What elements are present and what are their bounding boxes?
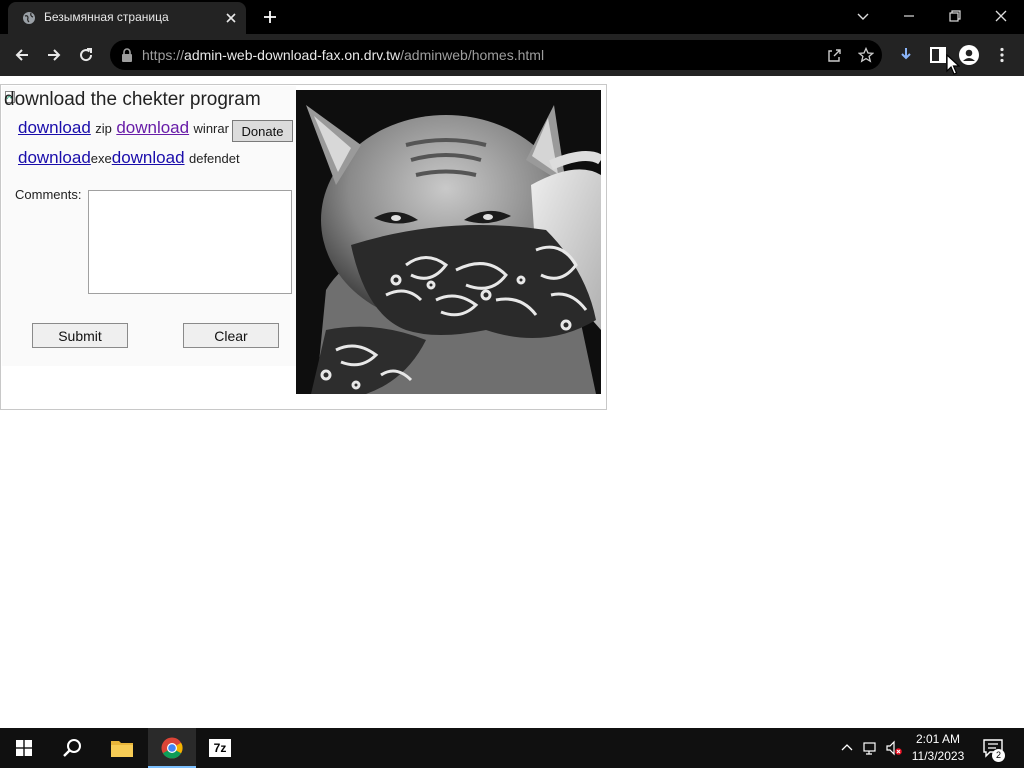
globe-icon: [23, 12, 35, 24]
url-text[interactable]: https://admin-web-download-fax.on.drv.tw…: [142, 47, 544, 63]
download-row-2: downloadexedownload defendet: [18, 148, 240, 168]
comments-label: Comments:: [15, 187, 82, 202]
star-icon[interactable]: [858, 47, 874, 63]
mouse-cursor-icon: [946, 54, 960, 75]
comments-textarea[interactable]: [88, 190, 292, 294]
cat-bandana-image: [296, 90, 601, 394]
minimize-icon[interactable]: [901, 8, 917, 24]
browser-titlebar: Безымянная страница: [0, 0, 1024, 34]
program-image-alt[interactable]: download the chekter program: [4, 89, 261, 111]
browser-toolbar: https://admin-web-download-fax.on.drv.tw…: [0, 34, 1024, 76]
forward-icon[interactable]: [45, 46, 63, 64]
winrar-label: winrar: [193, 121, 229, 136]
chevron-up-icon[interactable]: [839, 740, 855, 756]
sidebar-icon[interactable]: [929, 46, 947, 64]
network-icon[interactable]: [863, 740, 879, 756]
download-winrar-link[interactable]: download: [116, 118, 189, 137]
search-icon: [63, 739, 81, 757]
sevenzip-icon: 7z: [209, 739, 231, 757]
tab-title: Безымянная страница: [44, 10, 169, 24]
volume-muted-icon[interactable]: [886, 740, 902, 756]
share-icon[interactable]: [826, 47, 842, 63]
taskbar-chrome[interactable]: [148, 728, 196, 768]
browser-tab[interactable]: Безымянная страница: [8, 2, 246, 34]
profile-icon[interactable]: [959, 45, 979, 65]
restore-icon[interactable]: [947, 8, 963, 24]
exe-label: exe: [90, 151, 112, 166]
web-page: download the chekter program download zi…: [0, 76, 1024, 728]
start-button[interactable]: [0, 728, 48, 768]
menu-icon[interactable]: [993, 46, 1011, 64]
chrome-icon: [161, 737, 183, 759]
clock-date: 11/3/2023: [911, 749, 965, 763]
taskbar-7zip[interactable]: 7z: [198, 728, 246, 768]
download-panel: download the chekter program download zi…: [2, 86, 296, 366]
close-icon[interactable]: [224, 11, 238, 25]
address-bar[interactable]: https://admin-web-download-fax.on.drv.tw…: [110, 40, 882, 70]
chevron-down-icon[interactable]: [855, 8, 871, 24]
plus-icon[interactable]: [262, 9, 278, 25]
download-zip-link[interactable]: download: [18, 118, 91, 137]
lock-icon[interactable]: [121, 48, 133, 62]
windows-taskbar: 7z 2:01 AM 11/3/2023 2: [0, 728, 1024, 768]
notification-count-badge: 2: [992, 749, 1005, 762]
download-defendet-link[interactable]: download: [112, 148, 185, 167]
clock-time: 2:01 AM: [915, 732, 961, 746]
system-clock[interactable]: 2:01 AM 11/3/2023: [904, 731, 972, 765]
folder-icon: [111, 741, 133, 757]
back-icon[interactable]: [13, 46, 31, 64]
clear-button[interactable]: Clear: [183, 323, 279, 348]
close-window-icon[interactable]: [993, 8, 1009, 24]
download-exe-link[interactable]: download: [18, 148, 91, 167]
windows-icon: [16, 740, 32, 756]
taskbar-search-button[interactable]: [48, 728, 96, 768]
defendet-label: defendet: [188, 151, 240, 166]
download-icon[interactable]: [897, 46, 915, 64]
submit-button[interactable]: Submit: [32, 323, 128, 348]
donate-button[interactable]: Donate: [232, 120, 293, 142]
zip-label: zip: [95, 121, 112, 136]
content-frame: download the chekter program download zi…: [0, 84, 607, 410]
download-row-1: download zip download winrar: [18, 118, 229, 138]
reload-icon[interactable]: [77, 46, 95, 64]
taskbar-file-explorer[interactable]: [98, 728, 146, 768]
cat-bandana-photo: [296, 90, 601, 394]
